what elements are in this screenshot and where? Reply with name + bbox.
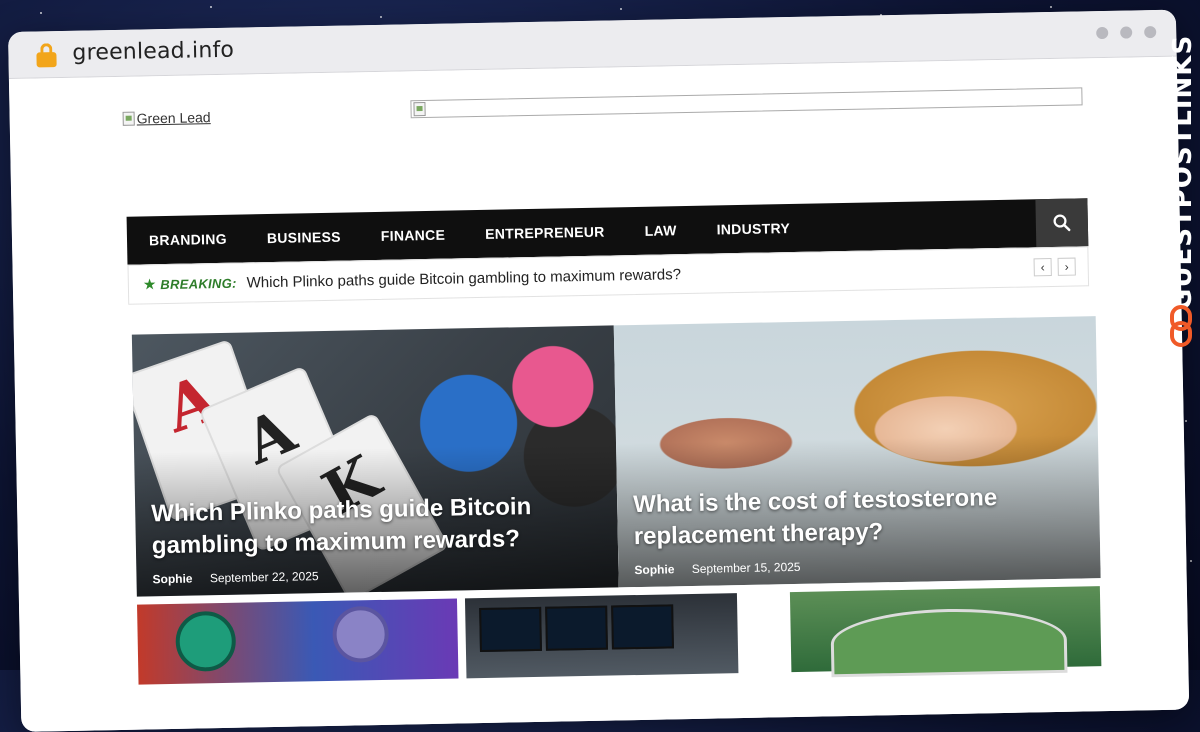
featured-post-title[interactable]: Which Plinko paths guide Bitcoin gamblin… bbox=[151, 490, 602, 563]
nav-item-branding[interactable]: BRANDING bbox=[127, 230, 247, 248]
nav-item-law[interactable]: LAW bbox=[624, 222, 696, 239]
chevron-right-icon[interactable]: › bbox=[1057, 257, 1076, 276]
trading-screen-image bbox=[545, 605, 608, 651]
window-dot-icon[interactable] bbox=[1144, 25, 1157, 39]
chain-link-icon bbox=[1170, 305, 1192, 347]
featured-post-2[interactable]: What is the cost of testosterone replace… bbox=[613, 316, 1101, 588]
featured-post-1[interactable]: A A K Which Plinko paths guide Bitcoin g… bbox=[131, 325, 619, 597]
chevron-left-icon[interactable]: ‹ bbox=[1033, 258, 1052, 277]
trading-screen-image bbox=[479, 606, 542, 653]
window-controls bbox=[1096, 25, 1157, 40]
post-date: September 22, 2025 bbox=[209, 569, 319, 586]
brand-name: GUESTPOSTLINKS bbox=[1168, 34, 1198, 310]
nav-item-entrepreneur[interactable]: ENTREPRENEUR bbox=[465, 223, 625, 242]
post-thumbnail[interactable] bbox=[789, 586, 1102, 678]
nav-item-finance[interactable]: FINANCE bbox=[361, 226, 466, 244]
browser-window: greenlead.info Green Lead BRANDING BUSIN… bbox=[8, 9, 1190, 732]
stadium-image bbox=[830, 606, 1068, 678]
post-date: September 15, 2025 bbox=[691, 559, 801, 576]
post-thumbnail[interactable] bbox=[137, 598, 459, 685]
window-dot-icon[interactable] bbox=[1096, 26, 1109, 40]
window-dot-icon[interactable] bbox=[1120, 26, 1133, 39]
guestpostlinks-brand: GUESTPOSTLINKS bbox=[1166, 34, 1198, 360]
post-thumbnail[interactable] bbox=[464, 593, 739, 679]
crypto-coin-image bbox=[175, 610, 237, 672]
post-author[interactable]: Sophie bbox=[634, 562, 674, 577]
ticker-arrows: ‹ › bbox=[1033, 257, 1076, 277]
breaking-label: BREAKING: bbox=[160, 275, 237, 292]
post-author[interactable]: Sophie bbox=[152, 572, 192, 587]
trading-screen-image bbox=[611, 604, 674, 650]
star-icon: ★ bbox=[142, 276, 157, 294]
broken-image-icon bbox=[122, 111, 135, 126]
search-button[interactable] bbox=[1035, 198, 1089, 248]
featured-post-title[interactable]: What is the cost of testosterone replace… bbox=[633, 480, 1084, 553]
web-page: Green Lead BRANDING BUSINESS FINANCE ENT… bbox=[8, 56, 1190, 732]
search-icon bbox=[1053, 214, 1071, 232]
lock-icon bbox=[36, 43, 57, 68]
crypto-coin-image bbox=[332, 605, 390, 663]
broken-image-icon bbox=[413, 101, 426, 117]
site-logo-link[interactable]: Green Lead bbox=[122, 109, 211, 127]
site-logo-alt: Green Lead bbox=[136, 109, 211, 127]
breaking-headline[interactable]: Which Plinko paths guide Bitcoin gamblin… bbox=[247, 266, 682, 291]
nav-item-business[interactable]: BUSINESS bbox=[247, 228, 361, 246]
header-ad-banner[interactable] bbox=[410, 87, 1083, 119]
nav-item-industry[interactable]: INDUSTRY bbox=[696, 220, 810, 238]
address-bar-url[interactable]: greenlead.info bbox=[72, 38, 234, 66]
